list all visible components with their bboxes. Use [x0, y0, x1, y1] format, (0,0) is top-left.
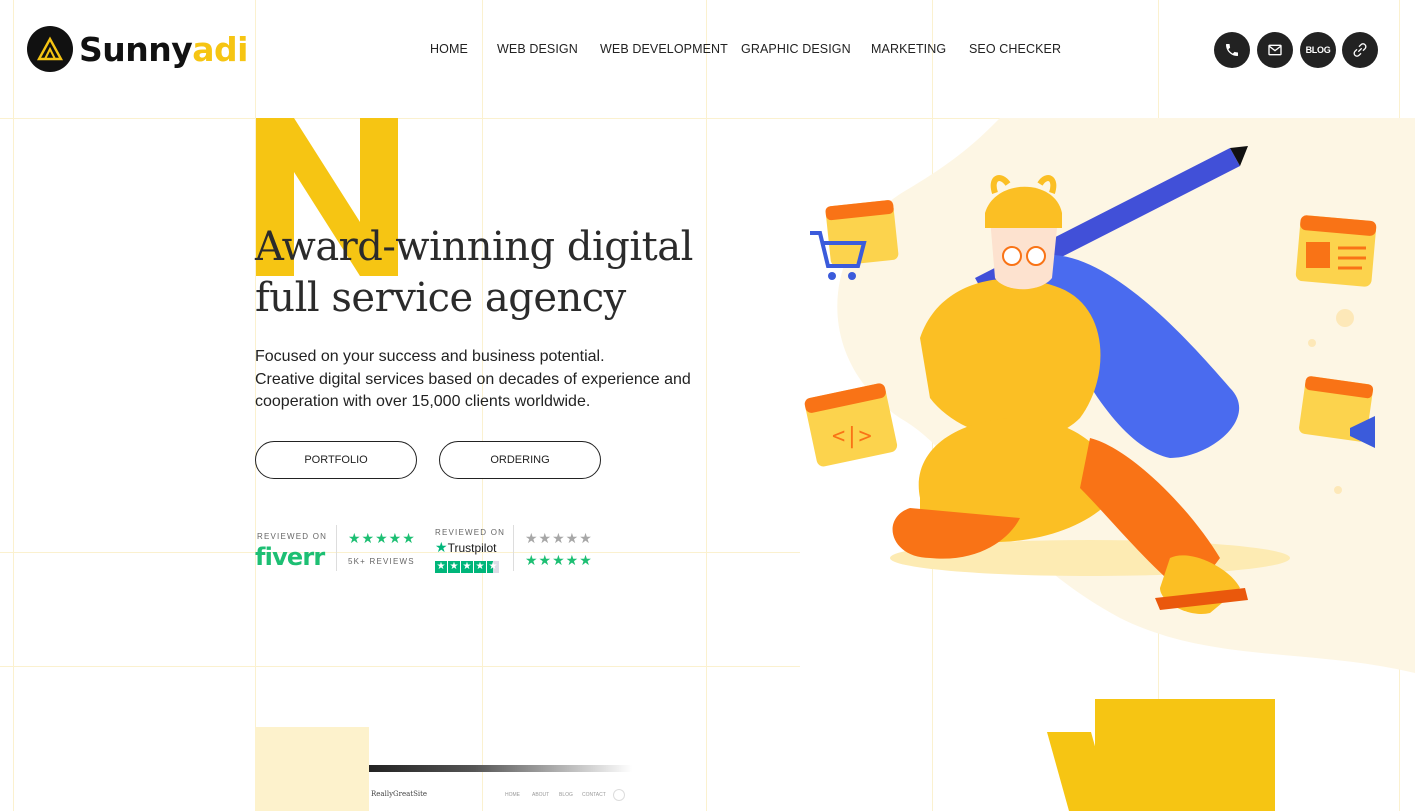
star-box-icon: ★	[474, 561, 486, 573]
trustpilot-logo: ★Trustpilot	[435, 539, 496, 556]
star-box-icon: ★	[487, 561, 499, 573]
star-box-icon: ★	[448, 561, 460, 573]
phone-icon	[1226, 44, 1238, 56]
description-line: cooperation with over 15,000 clients wor…	[255, 393, 591, 410]
preview-header-bar	[369, 765, 632, 772]
link-icon	[1353, 43, 1367, 57]
fiverr-review-count: 5K+ REVIEWS	[348, 557, 415, 566]
preview-icon	[613, 789, 625, 801]
star-box-icon: ★	[461, 561, 473, 573]
link-button[interactable]	[1342, 32, 1378, 68]
ordering-button[interactable]: ORDERING	[439, 441, 601, 479]
hero-illustration: <|>	[804, 118, 1415, 673]
star-box-icon: ★	[435, 561, 447, 573]
hero-headline: Award-winning digital full service agenc…	[255, 222, 693, 324]
preview-nav-item: ABOUT	[532, 792, 550, 798]
nav-web-design[interactable]: WEB DESIGN	[497, 42, 578, 56]
blog-icon: BLOG	[1305, 45, 1331, 55]
decorative-block	[255, 727, 369, 811]
nav-graphic-design[interactable]: GRAPHIC DESIGN	[741, 42, 851, 56]
nav-home[interactable]: HOME	[430, 42, 468, 56]
trustpilot-star-icon: ★	[435, 539, 448, 555]
mail-icon	[1268, 44, 1282, 56]
description-line: Focused on your success and business pot…	[255, 348, 605, 365]
trustpilot-name: Trustpilot	[447, 541, 497, 555]
reviewed-on-label: REVIEWED ON	[435, 528, 506, 537]
hero-description: Focused on your success and business pot…	[255, 346, 691, 414]
reviewed-on-label: REVIEWED ON	[257, 532, 328, 541]
preview-nav-item: CONTACT	[582, 792, 606, 798]
rating-stars-row: ★★★★★	[525, 552, 593, 568]
fiverr-badge[interactable]: REVIEWED ON fiverr	[255, 525, 330, 571]
divider	[336, 525, 337, 571]
preview-nav-item: BLOG	[559, 792, 573, 798]
headline-line: full service agency	[255, 275, 626, 321]
description-line: Creative digital services based on decad…	[255, 370, 691, 388]
layout-window-icon	[1295, 215, 1377, 287]
nav-marketing[interactable]: MARKETING	[871, 42, 946, 56]
code-window-icon: <|>	[804, 383, 898, 467]
mail-button[interactable]	[1257, 32, 1293, 68]
preview-logo: ReallyGreatSite	[371, 790, 428, 798]
divider	[513, 525, 514, 571]
fiverr-stars: ★★★★★	[348, 530, 416, 546]
headline-line: Award-winning digital	[255, 224, 693, 270]
grid-line	[0, 666, 800, 667]
main-nav: HOME WEB DESIGN WEB DEVELOPMENT GRAPHIC …	[0, 42, 1415, 60]
preview-nav-item: HOME	[505, 792, 520, 798]
grid-line	[0, 552, 800, 553]
nav-web-development[interactable]: WEB DEVELOPMENT	[600, 42, 728, 56]
trustpilot-badge[interactable]: REVIEWED ON ★Trustpilot ★ ★ ★ ★ ★	[435, 525, 507, 574]
svg-text:<|>: <|>	[832, 424, 872, 449]
grid-line	[706, 0, 707, 811]
phone-button[interactable]	[1214, 32, 1250, 68]
rating-stars-row: ★★★★★	[525, 530, 593, 546]
grid-line	[13, 0, 14, 811]
decorative-big-letter	[1047, 699, 1275, 811]
nav-seo-checker[interactable]: SEO CHECKER	[969, 42, 1061, 56]
trustpilot-rating-boxes: ★ ★ ★ ★ ★	[435, 556, 500, 574]
portfolio-button[interactable]: PORTFOLIO	[255, 441, 417, 479]
blog-button[interactable]: BLOG	[1300, 32, 1336, 68]
fiverr-logo: fiverr	[255, 543, 325, 571]
